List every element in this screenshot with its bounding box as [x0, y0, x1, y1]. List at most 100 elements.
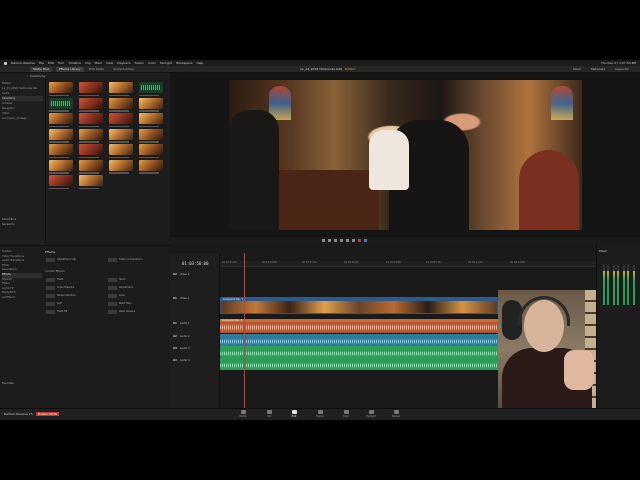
clip-thumbnail[interactable]	[109, 144, 133, 158]
fx-item[interactable]: Black Bars	[108, 301, 170, 306]
skip-end-icon[interactable]	[346, 239, 349, 242]
fx-item[interactable]: Adjustment	[108, 285, 170, 290]
fx-item[interactable]: Flash Fill	[46, 309, 108, 314]
track-a4[interactable]: A4 Audio 4	[173, 359, 190, 362]
clip-thumbnail[interactable]	[139, 144, 163, 158]
menu-app[interactable]: DaVinci Resolve	[11, 61, 35, 65]
clip-thumbnail[interactable]	[139, 113, 163, 127]
sound-library-button[interactable]: Sound Library	[110, 67, 137, 72]
clip-thumbnail[interactable]	[49, 159, 73, 174]
timeline-ruler[interactable]: 01:03:51:00 01:03:54:08 01:03:57:16 01:0…	[220, 261, 596, 267]
effects-library-button[interactable]: Effects Library	[56, 67, 84, 72]
mark-out-icon[interactable]	[364, 239, 367, 242]
clip-thumbnail[interactable]	[79, 97, 103, 112]
clip-thumbnail[interactable]	[109, 159, 133, 174]
audio-clip-thumbnail[interactable]	[139, 82, 163, 96]
video-clip[interactable]: Compound Clip - 1	[220, 297, 498, 314]
fx-item[interactable]: Color	[108, 293, 170, 298]
fx-label: Color	[119, 294, 126, 297]
fx-item[interactable]: Glow Camera	[108, 309, 170, 314]
play-icon[interactable]	[340, 239, 343, 242]
system-clock: Thu Dec 27 1:57:53 PM	[600, 61, 636, 65]
page-cut[interactable]: Cut	[259, 410, 279, 420]
menu-color[interactable]: Color	[148, 61, 156, 65]
audio-clip-a3[interactable]	[220, 346, 498, 358]
media-pool-button[interactable]: Media Pool	[30, 67, 53, 72]
skip-start-icon[interactable]	[322, 239, 325, 242]
page-edit[interactable]: Edit	[284, 410, 304, 420]
play-reverse-icon[interactable]	[328, 239, 331, 242]
fx-item[interactable]: Adjustment Clip	[46, 257, 108, 262]
menu-view[interactable]: View	[106, 61, 113, 65]
apple-icon[interactable]	[4, 61, 7, 65]
menu-clip[interactable]: Clip	[85, 61, 91, 65]
clip-thumbnail[interactable]	[109, 128, 133, 143]
menu-trim[interactable]: Trim	[58, 61, 64, 65]
stop-icon[interactable]	[334, 239, 337, 242]
menu-workspace[interactable]: Workspace	[176, 61, 192, 65]
viewer-frame[interactable]	[229, 80, 582, 230]
clip-thumbnail[interactable]	[49, 144, 73, 158]
clip-thumbnail[interactable]	[79, 144, 103, 158]
menu-playback[interactable]: Playback	[117, 61, 130, 65]
fx-item[interactable]: Fusion Composition	[108, 257, 170, 262]
bin-item-promotion[interactable]: promotion_footage	[2, 116, 43, 121]
fx-label: Cross Dissolve	[57, 286, 75, 289]
menu-edit[interactable]: Edit	[48, 61, 54, 65]
app-name: DaVinci Resolve 15	[4, 412, 33, 416]
fx-item[interactable]: Noise reduction	[46, 293, 108, 298]
clip-thumbnail[interactable]	[49, 113, 73, 127]
menu-fusion[interactable]: Fusion	[135, 61, 145, 65]
fx-item[interactable]: Cross Dissolve	[46, 285, 108, 290]
track-v1[interactable]: V1 Video 1	[173, 297, 190, 300]
clip-thumbnail[interactable]	[139, 159, 163, 174]
track-a3[interactable]: A3 Audio 3	[173, 347, 190, 350]
menu-help[interactable]: Help	[196, 61, 203, 65]
clip-thumbnail[interactable]	[79, 82, 103, 96]
audio-clip-a4[interactable]	[220, 358, 498, 370]
page-media[interactable]: Media	[233, 410, 253, 420]
page-color[interactable]: Color	[336, 410, 356, 420]
clip-thumbnail[interactable]	[109, 97, 133, 112]
clip-thumbnail[interactable]	[79, 175, 103, 189]
menu-mark[interactable]: Mark	[95, 61, 102, 65]
menu-timeline[interactable]: Timeline	[68, 61, 81, 65]
menu-file[interactable]: File	[39, 61, 44, 65]
fx-item[interactable]: Flash	[46, 277, 108, 282]
loop-icon[interactable]	[352, 239, 355, 242]
track-a2[interactable]: A2 Audio 2	[173, 335, 190, 338]
track-a1[interactable]: A1 Audio 1	[173, 322, 190, 325]
ruler-tick: 01:04:04:08	[386, 261, 401, 264]
audio-clip-a2[interactable]	[220, 334, 498, 346]
clip-thumbnail[interactable]	[139, 97, 163, 112]
transport-controls	[170, 237, 640, 245]
playhead[interactable]	[244, 253, 245, 408]
page-deliver[interactable]: Deliver	[386, 410, 406, 420]
clip-thumbnail[interactable]	[79, 128, 103, 143]
media-pool	[46, 79, 170, 245]
mark-in-icon[interactable]	[358, 239, 361, 242]
track-v2[interactable]: V2 Video 2	[173, 273, 190, 276]
clip-thumbnail[interactable]	[79, 113, 103, 127]
fx-item[interactable]: Soft	[46, 301, 108, 306]
page-fusion[interactable]: Fusion	[310, 410, 330, 420]
mixer-button[interactable]: Mixer	[570, 67, 584, 72]
fx-cat-au-effects[interactable]: AU Effects	[2, 296, 42, 301]
clip-thumbnail[interactable]	[79, 159, 103, 174]
inspector-button[interactable]: Inspector	[612, 67, 632, 72]
fx-item[interactable]: Stock	[108, 277, 170, 282]
clip-thumbnail[interactable]	[49, 82, 73, 96]
clip-thumbnail[interactable]	[109, 113, 133, 127]
smart-bin-keywords[interactable]: Keywords	[2, 222, 43, 227]
clip-thumbnail[interactable]	[49, 175, 73, 189]
metadata-button[interactable]: Metadata	[588, 67, 608, 72]
edit-index-button[interactable]: Edit Index	[86, 67, 107, 72]
clip-thumbnail[interactable]	[49, 128, 73, 143]
page-fairlight[interactable]: Fairlight	[361, 410, 381, 420]
clip-thumbnail[interactable]	[109, 82, 133, 96]
audio-clip-thumbnail[interactable]	[49, 97, 73, 112]
clip-thumbnail[interactable]	[139, 128, 163, 143]
track-name: Audio 1	[179, 322, 190, 325]
menu-fairlight[interactable]: Fairlight	[160, 61, 172, 65]
audio-clip-a1[interactable]: Compound Clip - 1	[220, 319, 498, 333]
